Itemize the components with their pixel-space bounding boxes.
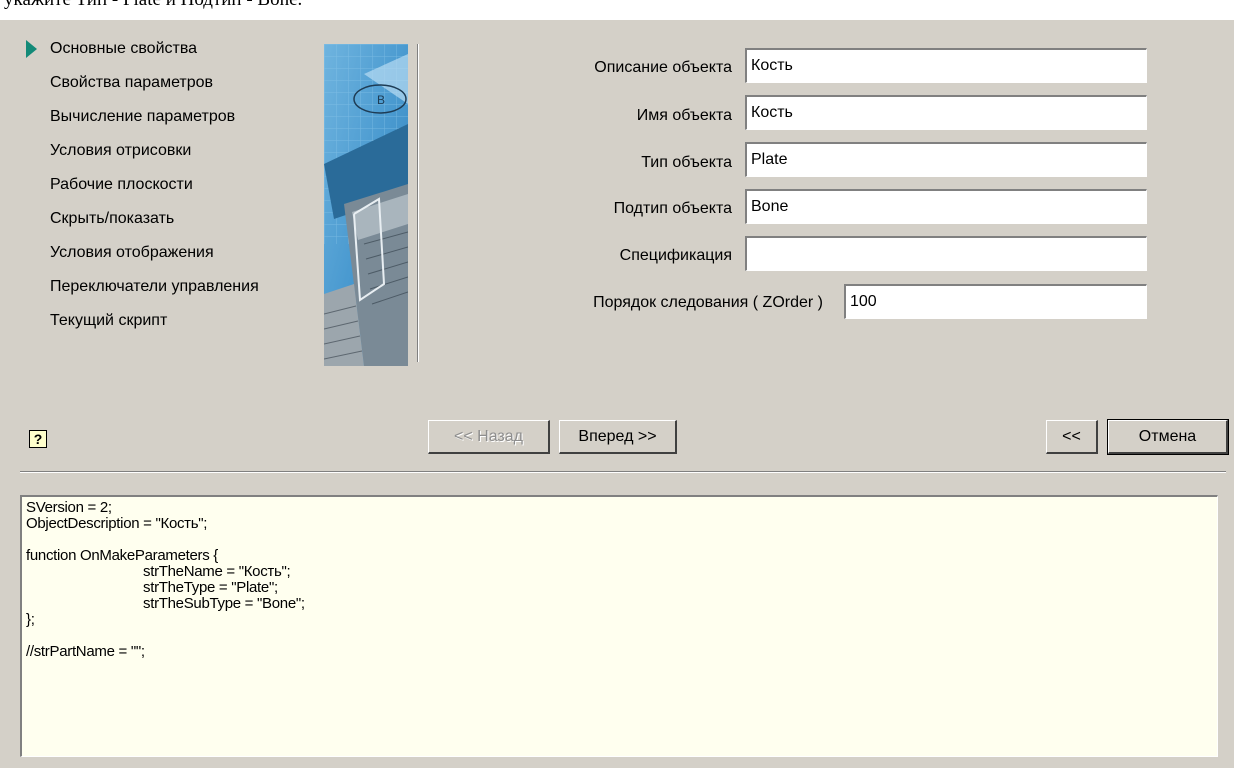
zorder-field[interactable] [844,284,1147,319]
description-field[interactable] [745,48,1147,83]
nav-item-label: Условия отображения [50,244,214,261]
nav-item-label: Основные свойства [50,40,198,57]
collapse-button[interactable]: << [1046,420,1098,454]
nav-item-work-planes[interactable]: Рабочие плоскости [22,174,322,208]
name-label: Имя объекта [636,107,732,124]
code-line: ObjectDescription = "Кость"; [26,515,208,532]
badge-letter: B [377,93,385,107]
nav-item-label: Условия отрисовки [50,142,192,159]
nav-item-basic-properties[interactable]: Основные свойства [22,38,322,72]
nav-item-current-script[interactable]: Текущий скрипт [22,310,322,344]
script-editor[interactable]: SVersion = 2; ObjectDescription = "Кость… [20,495,1218,757]
code-line: strTheType = "Plate"; [143,579,278,596]
specification-label: Спецификация [619,247,732,264]
subtype-label: Подтип объекта [613,200,732,217]
horizontal-separator [20,471,1226,473]
current-step-arrow-icon [26,40,37,58]
next-button[interactable]: Вперед >> [559,420,677,454]
code-line: strTheName = "Кость"; [143,563,291,580]
nav-item-label: Вычисление параметров [50,108,236,125]
building-illustration: B [324,44,408,366]
help-icon[interactable]: ? [29,430,47,448]
nav-item-label: Рабочие плоскости [50,176,193,193]
subtype-field[interactable] [745,189,1147,224]
wizard-steps-list: Основные свойства Свойства параметров Вы… [22,38,322,344]
nav-item-label: Скрыть/показать [50,210,175,227]
back-button[interactable]: << Назад [428,420,550,454]
description-label: Описание объекта [594,59,732,76]
code-line: //strPartName = ""; [26,643,145,660]
nav-item-parameter-calculation[interactable]: Вычисление параметров [22,106,322,140]
nav-item-display-conditions[interactable]: Условия отображения [22,242,322,276]
help-glyph: ? [33,431,43,447]
code-line: strTheSubType = "Bone"; [143,595,305,612]
top-caption: укажите Тип - Plate и Подтип - Bone. [0,0,1234,20]
cancel-button[interactable]: Отмена [1108,420,1228,454]
code-line: function OnMakeParameters { [26,547,218,564]
nav-item-hide-show[interactable]: Скрыть/показать [22,208,322,242]
code-line: }; [26,611,35,628]
type-label: Тип объекта [641,154,732,171]
code-line: SVersion = 2; [26,499,112,516]
specification-field[interactable] [745,236,1147,271]
nav-item-label: Свойства параметров [50,74,214,91]
zorder-label: Порядок следования ( ZOrder ) [593,294,823,311]
nav-item-label: Переключатели управления [50,278,259,295]
nav-item-drawing-conditions[interactable]: Условия отрисовки [22,140,322,174]
name-field[interactable] [745,95,1147,130]
nav-item-parameter-properties[interactable]: Свойства параметров [22,72,322,106]
nav-item-label: Текущий скрипт [50,312,168,329]
nav-item-control-switches[interactable]: Переключатели управления [22,276,322,310]
vertical-separator [417,44,419,362]
top-caption-text: укажите Тип - Plate и Подтип - Bone. [4,0,302,9]
type-field[interactable] [745,142,1147,177]
decorative-side-image: B [324,44,408,366]
